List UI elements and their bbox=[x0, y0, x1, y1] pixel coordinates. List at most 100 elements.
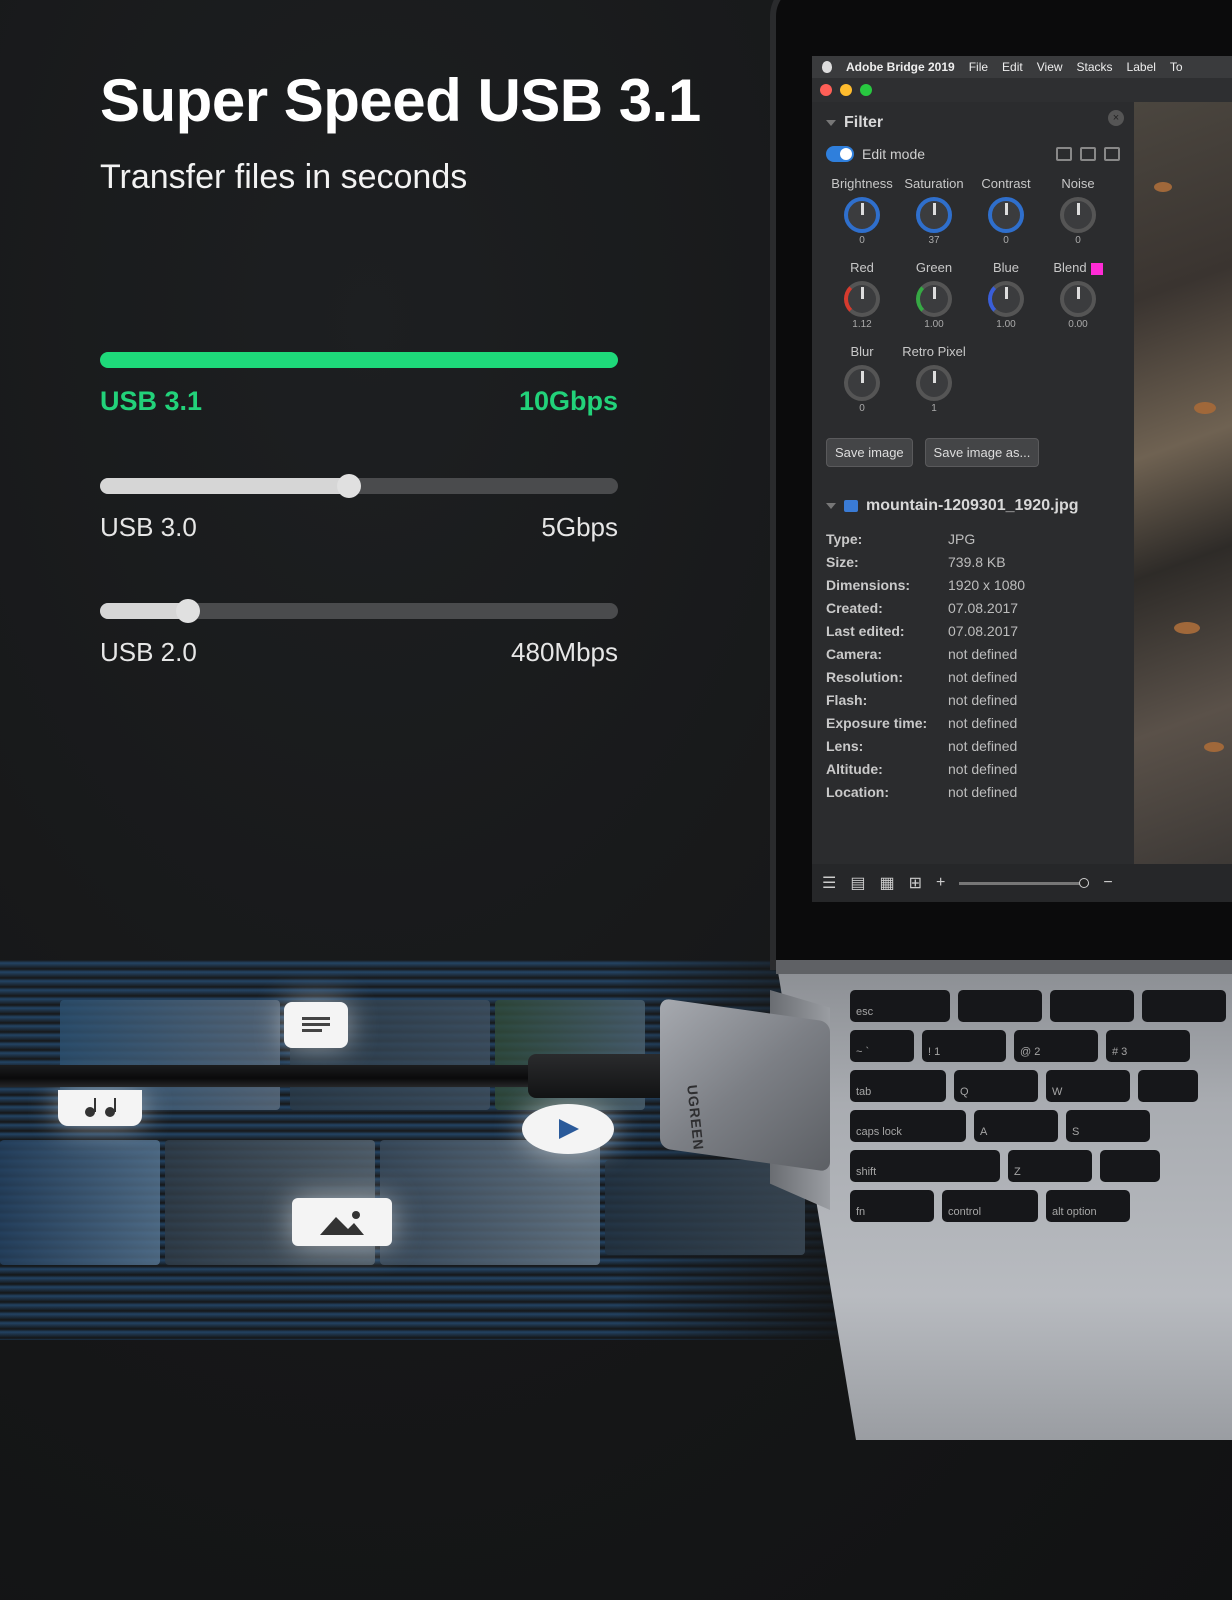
minimize-window-button[interactable] bbox=[840, 84, 852, 96]
save-image-as-button[interactable]: Save image as... bbox=[924, 438, 1040, 467]
meta-key: Last edited: bbox=[826, 623, 905, 639]
meta-key: Resolution: bbox=[826, 669, 903, 685]
leaf bbox=[1154, 182, 1172, 192]
dial-icon[interactable] bbox=[844, 281, 880, 317]
play-icon bbox=[522, 1104, 614, 1154]
file-header[interactable]: mountain-1209301_1920.jpg bbox=[826, 497, 1120, 515]
blend-color-swatch[interactable] bbox=[1090, 262, 1103, 275]
menu-app[interactable]: Adobe Bridge 2019 bbox=[846, 60, 955, 74]
speed-track bbox=[100, 474, 618, 498]
dial-icon[interactable] bbox=[988, 281, 1024, 317]
document-icon bbox=[284, 1002, 348, 1048]
meta-value: 1920 x 1080 bbox=[948, 577, 1026, 593]
key bbox=[1050, 990, 1134, 1022]
key-fn: fn bbox=[850, 1190, 934, 1222]
knob-saturation[interactable]: Saturation 37 bbox=[898, 176, 970, 246]
knob-blend[interactable]: Blend 0.00 bbox=[1042, 260, 1114, 330]
meta-key: Location: bbox=[826, 784, 889, 800]
speed-fill bbox=[100, 478, 349, 494]
dial-icon[interactable] bbox=[916, 365, 952, 401]
filter-header[interactable]: Filter bbox=[826, 114, 1120, 132]
knob-label: Green bbox=[915, 260, 953, 275]
dial-icon[interactable] bbox=[988, 197, 1024, 233]
zoom-in-icon[interactable]: + bbox=[936, 874, 945, 892]
key-esc: esc bbox=[850, 990, 950, 1022]
menu-file[interactable]: File bbox=[969, 60, 988, 74]
status-bar: ☰ ▤ ▦ ⊞ + − bbox=[812, 864, 1232, 902]
undo-icon[interactable] bbox=[1104, 147, 1120, 161]
save-image-button[interactable]: Save image bbox=[826, 438, 913, 467]
key bbox=[1142, 990, 1226, 1022]
knob-blue[interactable]: Blue 1.00 bbox=[970, 260, 1042, 330]
filter-panel: × Filter Edit mode Brightness 0 Saturatio… bbox=[812, 102, 1134, 864]
menu-edit[interactable]: Edit bbox=[1002, 60, 1023, 74]
meta-value: not defined bbox=[948, 692, 1018, 708]
photo-preview[interactable] bbox=[1134, 102, 1232, 864]
dial-icon[interactable] bbox=[844, 197, 880, 233]
zoom-slider[interactable] bbox=[959, 877, 1090, 888]
knob-red[interactable]: Red 1.12 bbox=[826, 260, 898, 330]
speed-bar-usb30: USB 3.0 5Gbps bbox=[100, 474, 618, 543]
folder-icon[interactable] bbox=[1080, 147, 1096, 161]
app-window: Adobe Bridge 2019 File Edit View Stacks … bbox=[812, 56, 1232, 902]
key-shift: shift bbox=[850, 1150, 1000, 1182]
key: W bbox=[1046, 1070, 1130, 1102]
knob-contrast[interactable]: Contrast 0 bbox=[970, 176, 1042, 246]
dial-icon[interactable] bbox=[1060, 197, 1096, 233]
collapse-icon[interactable] bbox=[826, 503, 836, 509]
media-thumb bbox=[0, 1140, 160, 1265]
dial-icon[interactable] bbox=[1060, 281, 1096, 317]
key: A bbox=[974, 1110, 1058, 1142]
dial-icon[interactable] bbox=[844, 365, 880, 401]
key-caps: caps lock bbox=[850, 1110, 966, 1142]
usb-plug bbox=[528, 1054, 668, 1098]
grid-view-icon[interactable]: ⊞ bbox=[909, 873, 922, 893]
speed-rate: 10Gbps bbox=[518, 386, 618, 416]
key-control: control bbox=[942, 1190, 1038, 1222]
menu-stacks[interactable]: Stacks bbox=[1077, 60, 1113, 74]
meta-value: not defined bbox=[948, 784, 1018, 800]
headline: Super Speed USB 3.1 bbox=[100, 67, 701, 134]
file-name: mountain-1209301_1920.jpg bbox=[866, 497, 1079, 514]
meta-key: Camera: bbox=[826, 646, 883, 662]
key: S bbox=[1066, 1110, 1150, 1142]
meta-key: Flash: bbox=[826, 692, 868, 708]
zoom-window-button[interactable] bbox=[860, 84, 872, 96]
menu-view[interactable]: View bbox=[1037, 60, 1063, 74]
menu-tools[interactable]: To bbox=[1170, 60, 1183, 74]
close-window-button[interactable] bbox=[820, 84, 832, 96]
subheadline: Transfer files in seconds bbox=[100, 158, 468, 196]
apple-icon[interactable] bbox=[822, 61, 832, 73]
thumbnail-view-icon[interactable]: ▦ bbox=[879, 873, 894, 893]
meta-value: 739.8 KB bbox=[948, 554, 1006, 570]
image-icon bbox=[292, 1198, 392, 1246]
speed-bar-usb31: USB 3.1 10Gbps bbox=[100, 352, 618, 417]
knob-label: Saturation bbox=[904, 176, 964, 191]
menu-label[interactable]: Label bbox=[1127, 60, 1156, 74]
speed-knob bbox=[176, 599, 201, 623]
dial-icon[interactable] bbox=[916, 281, 952, 317]
dial-icon[interactable] bbox=[916, 197, 952, 233]
menu-bar: Adobe Bridge 2019 File Edit View Stacks … bbox=[812, 56, 1232, 78]
knob-green[interactable]: Green 1.00 bbox=[898, 260, 970, 330]
edit-mode-toggle[interactable] bbox=[826, 146, 854, 162]
knob-value: 0 bbox=[1075, 235, 1081, 246]
collapse-icon[interactable] bbox=[826, 120, 836, 126]
knob-retro-pixel[interactable]: Retro Pixel 1 bbox=[898, 344, 970, 414]
meta-key: Dimensions: bbox=[826, 577, 911, 593]
knob-blur[interactable]: Blur 0 bbox=[826, 344, 898, 414]
meta-key: Exposure time: bbox=[826, 715, 928, 731]
detail-view-icon[interactable]: ▤ bbox=[850, 873, 865, 893]
stamp-icon[interactable] bbox=[1056, 147, 1072, 161]
close-panel-icon[interactable]: × bbox=[1108, 110, 1124, 126]
list-view-icon[interactable]: ☰ bbox=[822, 873, 836, 893]
zoom-out-icon[interactable]: − bbox=[1103, 874, 1112, 892]
knob-value: 1.00 bbox=[996, 319, 1016, 330]
speed-track bbox=[100, 352, 618, 368]
knob-label: Blur bbox=[850, 344, 874, 359]
meta-value: 07.08.2017 bbox=[948, 600, 1019, 616]
meta-value: JPG bbox=[948, 531, 976, 547]
knob-noise[interactable]: Noise 0 bbox=[1042, 176, 1114, 246]
knob-brightness[interactable]: Brightness 0 bbox=[826, 176, 898, 246]
filter-title: Filter bbox=[844, 114, 884, 131]
